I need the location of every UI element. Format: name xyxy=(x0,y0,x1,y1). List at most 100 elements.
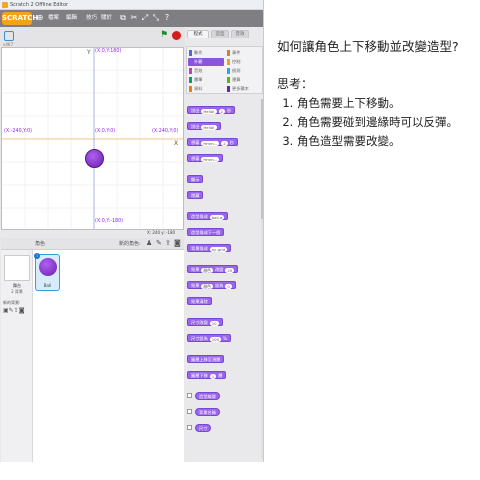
block-label: 造型編號 xyxy=(199,394,216,399)
block-number-input[interactable]: 1 xyxy=(209,373,217,379)
looks-block[interactable]: 背景名稱 xyxy=(195,408,220,416)
tab-scripts[interactable]: 程式 xyxy=(187,30,209,38)
backdrop-tools-icon[interactable]: ▣✎⇪◙ xyxy=(3,307,25,314)
tab-sounds[interactable]: 音效 xyxy=(231,30,249,38)
block-label: 尺寸設為 xyxy=(191,336,208,341)
coord-right: (X:240,Y:0) xyxy=(152,129,179,134)
menu-edit[interactable]: 編輯 xyxy=(66,10,77,27)
category-6[interactable]: 事件 xyxy=(226,49,262,57)
block-label: 效果 xyxy=(191,267,200,272)
block-input[interactable]: xy-grid xyxy=(209,246,227,252)
category-color-swatch xyxy=(227,86,230,92)
fullscreen-icon[interactable] xyxy=(4,31,14,41)
tab-costumes[interactable]: 造型 xyxy=(211,30,229,38)
app-icon xyxy=(2,2,8,8)
looks-block[interactable]: 說出 Hello! xyxy=(187,122,221,130)
block-number-input[interactable]: 0 xyxy=(225,283,232,289)
coord-bottom: (X:0,Y:-180) xyxy=(95,219,124,224)
green-flag-icon[interactable]: ⚑ xyxy=(160,30,168,40)
category-list: 動作外觀音效畫筆資料 事件控制偵測運算更多積木 xyxy=(186,46,263,94)
looks-block[interactable]: 效果 顏色 改變 25 xyxy=(187,265,239,273)
block-number-input[interactable]: 25 xyxy=(225,267,235,273)
looks-block[interactable]: 效果 顏色 設為 0 xyxy=(187,281,236,289)
block-number-input[interactable]: 10 xyxy=(209,320,219,326)
stage[interactable]: (X:0,Y:180) (X:0,Y:-180) (X:-240,Y:0) (X… xyxy=(1,47,184,230)
looks-block[interactable]: 效果清除 xyxy=(187,297,212,305)
upload-sprite-icon[interactable]: ⇪ xyxy=(165,239,171,247)
block-number-input[interactable]: 2 xyxy=(218,108,225,114)
category-7[interactable]: 控制 xyxy=(226,58,262,66)
duplicate-icon[interactable]: ⧉ xyxy=(118,13,128,23)
choose-sprite-icon[interactable]: ♟ xyxy=(146,239,152,247)
looks-block[interactable]: 造型換成 ball-a xyxy=(187,212,229,220)
block-label: 想著 xyxy=(191,140,200,145)
category-4[interactable]: 畫筆 xyxy=(188,76,224,84)
category-color-swatch xyxy=(189,68,192,74)
looks-block[interactable]: 想著 Hmm... 2 秒 xyxy=(187,138,238,146)
category-label: 動作 xyxy=(194,50,203,55)
looks-block[interactable]: 造型編號 xyxy=(195,392,220,400)
globe-icon[interactable]: ⊕ xyxy=(35,13,45,23)
stop-icon[interactable] xyxy=(172,31,181,40)
block-number-input[interactable]: 2 xyxy=(221,140,228,146)
menu-tips[interactable]: 技巧 xyxy=(86,10,97,27)
category-1[interactable]: 動作 xyxy=(188,49,224,57)
looks-block[interactable]: 尺寸改變 10 xyxy=(187,318,223,326)
category-3[interactable]: 音效 xyxy=(188,67,224,75)
block-input[interactable]: 顏色 xyxy=(201,267,213,273)
category-label: 外觀 xyxy=(194,59,203,64)
block-input[interactable]: Hello! xyxy=(201,108,217,114)
looks-block[interactable]: 尺寸 xyxy=(195,424,212,432)
looks-block[interactable]: 顯示 xyxy=(187,175,204,183)
block-input[interactable]: Hmm... xyxy=(201,140,220,146)
menu-file[interactable]: 檔案 xyxy=(48,10,59,27)
category-label: 控制 xyxy=(232,59,241,64)
block-input[interactable]: 顏色 xyxy=(201,283,213,289)
monitor-checkbox[interactable] xyxy=(187,409,192,414)
paint-sprite-icon[interactable]: ✎ xyxy=(156,239,162,247)
camera-icon[interactable]: ◙ xyxy=(174,239,181,247)
monitor-checkbox[interactable] xyxy=(187,393,192,398)
palette-scrollbar[interactable] xyxy=(261,99,263,459)
category-label: 運算 xyxy=(232,77,241,82)
monitor-checkbox[interactable] xyxy=(187,425,192,430)
looks-block[interactable]: 尺寸設為 100% xyxy=(187,334,231,342)
info-icon[interactable]: i xyxy=(34,253,40,259)
block-input[interactable]: ball-a xyxy=(209,214,225,220)
block-number-input[interactable]: 100 xyxy=(209,336,222,342)
block-label: 秒 xyxy=(226,108,232,113)
grow-icon[interactable]: ⤢ xyxy=(140,13,150,23)
looks-block[interactable]: 說出 Hello! 2 秒 xyxy=(187,106,236,114)
looks-block[interactable]: 背景換成 xy-grid xyxy=(187,244,231,252)
sprite-tile-ball[interactable]: i Ball xyxy=(34,253,60,291)
category-9[interactable]: 運算 xyxy=(226,76,262,84)
category-2[interactable]: 外觀 xyxy=(188,58,224,66)
looks-block[interactable]: 隱藏 xyxy=(187,191,204,199)
ball-sprite[interactable] xyxy=(85,149,104,168)
category-label: 資料 xyxy=(194,86,203,91)
block-label: % xyxy=(223,336,227,341)
category-10[interactable]: 更多積木 xyxy=(226,85,262,93)
sprite-thumbnail xyxy=(39,258,57,276)
sprite-panel: 舞台 2 背景 新的背景: ▣✎⇪◙ i Ball xyxy=(1,250,184,462)
requirement-item: 角色造型需要改變。 xyxy=(297,132,477,151)
block-input[interactable]: Hmm... xyxy=(201,156,220,162)
block-input[interactable]: Hello! xyxy=(201,124,217,130)
menu-about[interactable]: 關於 xyxy=(101,10,112,27)
looks-block[interactable]: 想著 Hmm... xyxy=(187,154,224,162)
shrink-icon[interactable]: ⤡ xyxy=(151,13,161,23)
scrollbar-thumb[interactable] xyxy=(261,99,263,219)
category-color-swatch xyxy=(189,59,192,65)
looks-block[interactable]: 造型換成下一個 xyxy=(187,228,225,236)
requirement-item: 角色需要上下移動。 xyxy=(297,94,477,113)
help-icon[interactable]: ? xyxy=(162,13,172,23)
category-5[interactable]: 資料 xyxy=(188,85,224,93)
new-sprite-label: 新的角色: xyxy=(119,241,141,247)
scratch-logo[interactable]: SCRATCH xyxy=(2,12,38,25)
delete-scissors-icon[interactable]: ✂ xyxy=(129,13,139,23)
stage-thumbnail[interactable] xyxy=(4,255,30,281)
looks-block[interactable]: 圖層上移至頂層 xyxy=(187,355,225,363)
category-label: 音效 xyxy=(194,68,203,73)
looks-block[interactable]: 圖層下移 1 層 xyxy=(187,371,227,379)
category-8[interactable]: 偵測 xyxy=(226,67,262,75)
